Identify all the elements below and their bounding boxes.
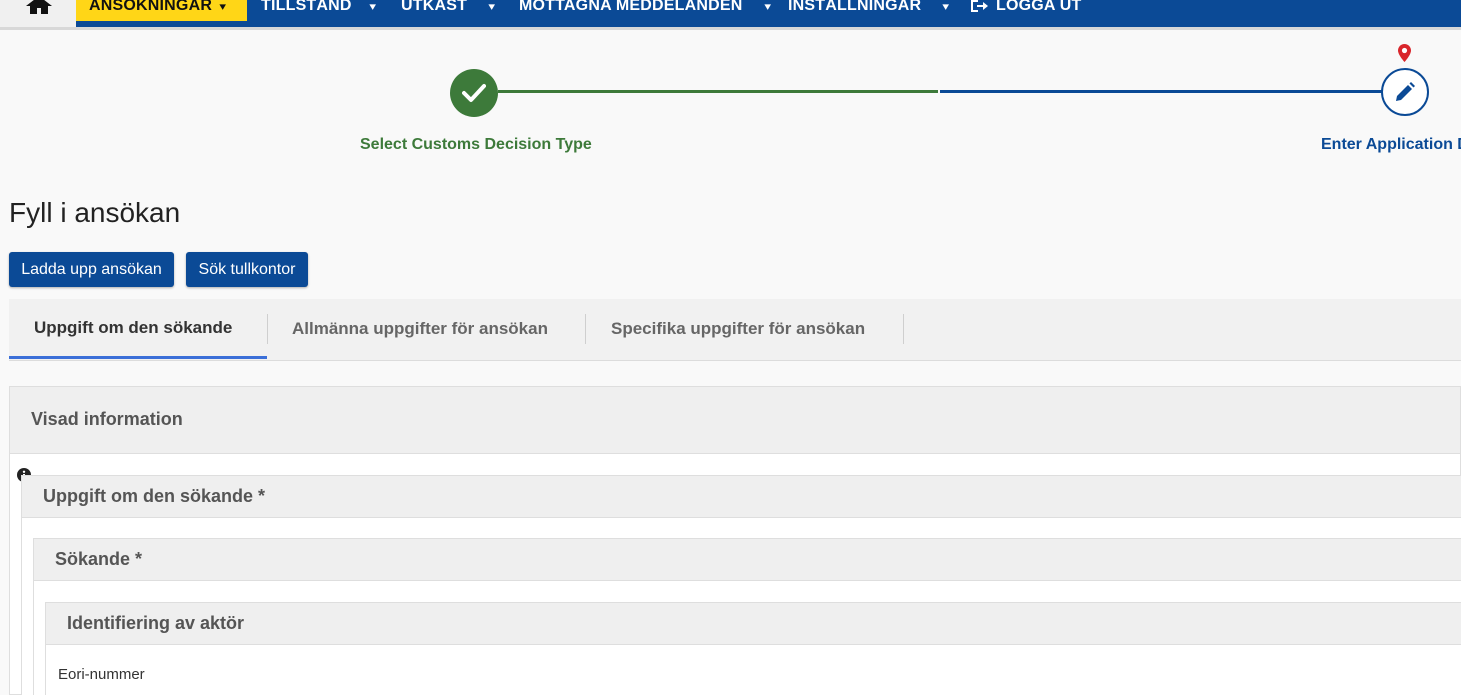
chevron-down-icon: ▾	[942, 0, 950, 13]
page-title: Fyll i ansökan	[9, 197, 181, 228]
nav-item-settings[interactable]: INSTÄLLNINGAR ▾	[788, 0, 949, 21]
chevron-down-icon: ▾	[219, 0, 227, 13]
panel-title: Visad information	[31, 409, 183, 429]
stepper-line-done	[498, 90, 938, 93]
subsection-header[interactable]: Sökande *	[34, 539, 1461, 581]
tab-applicant-info[interactable]: Uppgift om den sökande	[9, 299, 267, 359]
applicant-subsection: Sökande * Identifiering av aktör Eori-nu…	[33, 538, 1461, 695]
actor-identification-group: Identifiering av aktör Eori-nummer	[45, 602, 1461, 695]
tab-divider	[267, 314, 268, 344]
step-2-circle	[1381, 68, 1429, 116]
search-customs-office-button[interactable]: Sök tullkontor	[186, 252, 308, 287]
panel-header[interactable]: Visad information	[10, 387, 1460, 454]
applicant-info-section: Uppgift om den sökande * Sökande * Ident…	[21, 475, 1461, 695]
stepper-line-current	[940, 90, 1383, 93]
displayed-information-panel: Visad information Uppgift om den sökande…	[9, 386, 1461, 695]
step-2-label: Enter Application D	[1321, 136, 1461, 153]
group-title: Identifiering av aktör	[67, 613, 245, 633]
chevron-down-icon: ▾	[488, 0, 496, 13]
home-icon	[26, 0, 52, 14]
group-header[interactable]: Identifiering av aktör	[46, 603, 1461, 645]
home-button[interactable]	[0, 0, 76, 27]
tab-divider	[903, 314, 904, 344]
upload-application-button[interactable]: Ladda upp ansökan	[9, 252, 174, 287]
tab-general-info[interactable]: Allmänna uppgifter för ansökan	[292, 299, 548, 359]
section-header[interactable]: Uppgift om den sökande *	[22, 476, 1461, 518]
tab-specific-info[interactable]: Specifika uppgifter för ansökan	[611, 299, 865, 359]
pencil-icon	[1396, 82, 1415, 101]
logout-button[interactable]: LOGGA UT	[970, 0, 1081, 21]
chevron-down-icon: ▾	[763, 0, 771, 13]
nav-item-applications[interactable]: ANSÖKNINGAR ▾	[76, 0, 247, 21]
chevron-down-icon: ▾	[369, 0, 376, 13]
top-navigation: ANSÖKNINGAR ▾ TILLSTÅND ▾ UTKAST ▾ MOTTA…	[0, 0, 1461, 30]
step-1-label: Select Customs Decision Type	[360, 136, 592, 153]
tab-bar: Uppgift om den sökande Allmänna uppgifte…	[9, 299, 1461, 361]
map-marker-icon	[1398, 44, 1411, 62]
tab-divider	[585, 314, 586, 344]
subsection-title: Sökande *	[55, 549, 143, 569]
nav-item-received-messages[interactable]: MOTTAGNA MEDDELANDEN ▾	[519, 0, 771, 21]
checkmark-icon	[462, 84, 486, 102]
step-1-circle	[450, 69, 498, 117]
logout-icon	[971, 0, 988, 12]
eori-number-label: Eori-nummer	[58, 666, 145, 683]
nav-item-drafts[interactable]: UTKAST ▾	[401, 0, 495, 21]
nav-item-permits[interactable]: TILLSTÅND ▾	[261, 0, 376, 21]
section-title: Uppgift om den sökande *	[43, 486, 266, 506]
